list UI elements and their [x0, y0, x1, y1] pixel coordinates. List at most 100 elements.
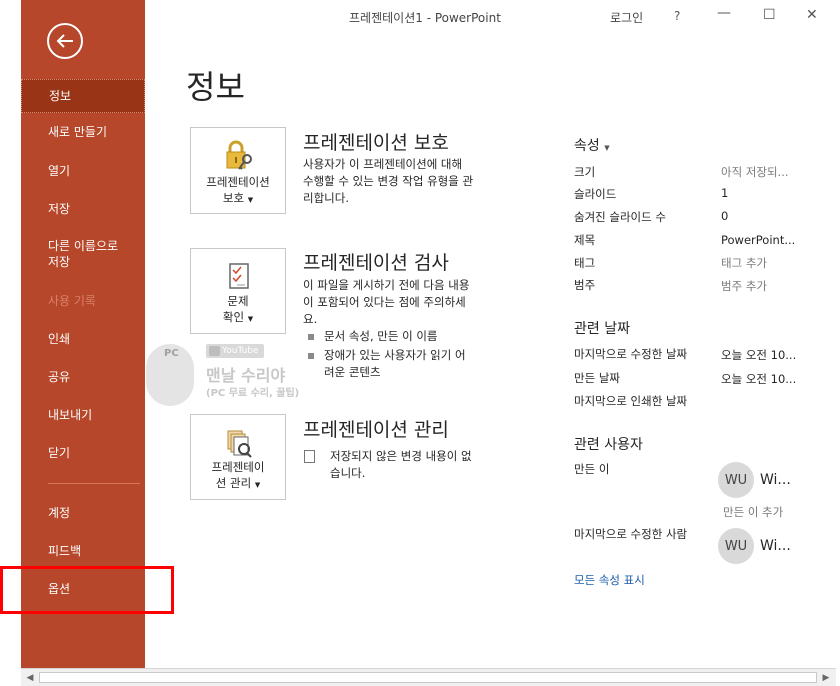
nav-new[interactable]: 새로 만들기: [21, 124, 145, 140]
prop-tags-label: 태그: [574, 256, 596, 270]
options-highlight-box: [0, 566, 174, 614]
back-arrow-icon: [56, 34, 73, 48]
inspect-desc-2: 이 포함되어 있다는 점에 주의하세: [303, 295, 466, 309]
dropdown-arrow-icon: ▼: [604, 144, 610, 152]
prop-title-value[interactable]: PowerPoint...: [721, 233, 795, 247]
nav-feedback-label: 피드백: [48, 544, 82, 558]
protect-title: 프레젠테이션 보호: [303, 132, 449, 154]
nav-close-label: 닫기: [48, 446, 71, 460]
dates-heading: 관련 날짜: [574, 321, 630, 337]
protect-desc-2: 수행할 수 있는 변경 작업 유형을 관: [303, 174, 474, 188]
watermark-line-2: (PC 무료 수리, 꿀팁): [206, 388, 300, 399]
close-button[interactable]: ✕: [806, 7, 818, 23]
back-button[interactable]: [47, 23, 83, 59]
date-created-label: 만든 날짜: [574, 371, 620, 385]
manage-tile-label-2: 션 관리 ▼: [191, 475, 285, 493]
inspect-bullet-1: 문서 속성, 만든 이 이름: [308, 328, 438, 345]
modified-by-label: 마지막으로 수정한 사람: [574, 527, 688, 541]
nav-export-label: 내보내기: [48, 408, 93, 422]
nav-open[interactable]: 열기: [21, 163, 145, 179]
youtube-play-icon: [209, 346, 220, 356]
manage-tile-label-2-text: 션 관리: [215, 476, 252, 490]
maximize-button[interactable]: ☐: [763, 7, 776, 23]
prop-size-value: 아직 저장되...: [721, 165, 789, 179]
prop-hidden-label: 숨겨진 슬라이드 수: [574, 210, 666, 224]
youtube-watermark: PC YouTube 맨날 수리야 (PC 무료 수리, 꿀팁): [146, 340, 326, 410]
page-title: 정보: [186, 68, 245, 106]
nav-history: 사용 기록: [21, 293, 145, 309]
dropdown-arrow-icon: ▼: [254, 481, 261, 489]
nav-print-label: 인쇄: [48, 332, 71, 346]
scroll-left-icon[interactable]: ◀: [24, 672, 36, 684]
horizontal-scrollbar[interactable]: ◀ ▶: [21, 668, 836, 686]
manage-title: 프레젠테이션 관리: [303, 419, 449, 441]
date-created-value: 오늘 오전 10...: [721, 372, 797, 386]
login-link[interactable]: 로그인: [610, 9, 643, 26]
nav-save-as-label: 다른 이름으로 저장: [48, 239, 119, 269]
protect-presentation-tile[interactable]: 프레젠테이션 보호 ▼: [190, 127, 286, 214]
add-author-link[interactable]: 만든 이 추가: [723, 504, 783, 520]
nav-account[interactable]: 계정: [21, 505, 145, 521]
nav-separator: [48, 483, 140, 484]
bullet-square-icon: [308, 333, 314, 340]
inspect-bullet-2: 장애가 있는 사용자가 읽기 어: [308, 347, 466, 364]
inspect-document-icon: [191, 259, 285, 295]
dropdown-arrow-icon: ▼: [247, 315, 254, 323]
manage-presentation-tile[interactable]: 프레젠테이 션 관리 ▼: [190, 414, 286, 500]
nav-info[interactable]: 정보: [21, 79, 145, 113]
inspect-tile-label-2-text: 확인: [222, 310, 245, 324]
prop-category-value[interactable]: 범주 추가: [721, 278, 767, 294]
inspect-desc-1: 이 파일을 게시하기 전에 다음 내용: [303, 278, 470, 292]
prop-category-label: 범주: [574, 278, 596, 292]
nav-account-label: 계정: [48, 506, 71, 520]
nav-share-label: 공유: [48, 370, 71, 384]
scrollbar-thumb[interactable]: [39, 672, 817, 683]
protect-tile-label-2: 보호 ▼: [191, 190, 285, 208]
nav-feedback[interactable]: 피드백: [21, 543, 145, 559]
check-issues-tile[interactable]: 문제 확인 ▼: [190, 248, 286, 334]
protect-desc-3: 리합니다.: [303, 191, 349, 205]
dropdown-arrow-icon: ▼: [247, 196, 254, 204]
nav-share[interactable]: 공유: [21, 369, 145, 385]
prop-slides-value: 1: [721, 186, 729, 200]
help-button[interactable]: ?: [674, 9, 680, 23]
inspect-bullet-1-text: 문서 속성, 만든 이 이름: [324, 329, 438, 343]
manage-desc-1: 저장되지 않은 변경 내용이 없: [330, 449, 472, 463]
protect-tile-label-2-text: 보호: [222, 191, 245, 205]
nav-save[interactable]: 저장: [21, 201, 145, 217]
nav-export[interactable]: 내보내기: [21, 407, 145, 423]
date-printed-label: 마지막으로 인쇄한 날짜: [574, 394, 688, 408]
prop-tags-value[interactable]: 태그 추가: [721, 255, 767, 271]
properties-heading[interactable]: 속성 ▼: [574, 135, 610, 155]
protect-desc-1: 사용자가 이 프레젠테이션에 대해: [303, 157, 463, 171]
inspect-desc-3: 요.: [303, 312, 318, 326]
nav-history-label: 사용 기록: [48, 294, 96, 308]
watermark-pc-badge: PC: [164, 348, 179, 359]
properties-heading-text: 속성: [574, 138, 600, 154]
protect-tile-label-1: 프레젠테이션: [206, 175, 270, 189]
manage-tile-label-1: 프레젠테이: [211, 460, 265, 474]
nav-print[interactable]: 인쇄: [21, 331, 145, 347]
date-modified-label: 마지막으로 수정한 날짜: [574, 347, 688, 361]
inspect-tile-label-2: 확인 ▼: [191, 309, 285, 327]
nav-save-as[interactable]: 다른 이름으로 저장: [21, 238, 131, 270]
minimize-button[interactable]: —: [717, 5, 731, 21]
manage-desc-2: 습니다.: [330, 466, 366, 480]
lock-key-icon: [191, 138, 285, 174]
nav-save-label: 저장: [48, 202, 71, 216]
author-name[interactable]: Wi...: [760, 472, 791, 488]
inspect-title: 프레젠테이션 검사: [303, 252, 449, 274]
author-label: 만든 이: [574, 462, 610, 476]
show-all-properties-link[interactable]: 모든 속성 표시: [574, 572, 645, 588]
watermark-youtube-text: YouTube: [222, 346, 259, 356]
inspect-tile-label-1: 문제: [227, 294, 249, 308]
inspect-bullet-2-text: 장애가 있는 사용자가 읽기 어: [324, 348, 466, 362]
watermark-youtube-logo: YouTube: [206, 344, 264, 358]
powerpoint-window: 정보 새로 만들기 열기 저장 다른 이름으로 저장 사용 기록 인쇄 공유 내…: [0, 0, 840, 686]
date-modified-value: 오늘 오전 10...: [721, 348, 797, 362]
modified-by-avatar: WU: [718, 528, 754, 564]
scroll-right-icon[interactable]: ▶: [820, 672, 832, 684]
modified-by-name[interactable]: Wi...: [760, 538, 791, 554]
nav-open-label: 열기: [48, 164, 71, 178]
nav-close[interactable]: 닫기: [21, 445, 145, 461]
